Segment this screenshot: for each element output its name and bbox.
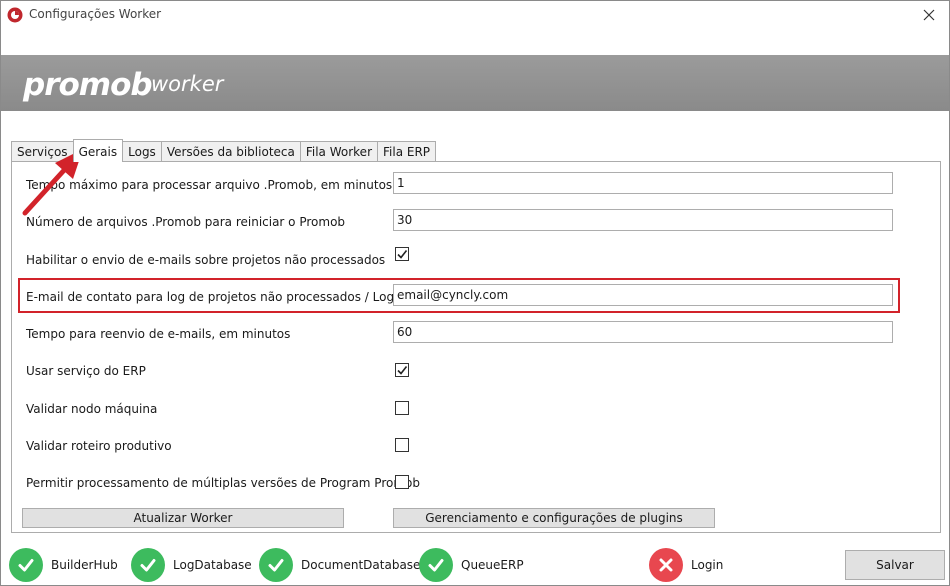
enable-email-label: Habilitar o envio de e-mails sobre proje…: [26, 253, 386, 267]
banner-top: [1, 29, 949, 85]
status-label: Login: [691, 558, 724, 572]
enable-email-checkbox[interactable]: [395, 247, 409, 261]
status-logdatabase: LogDatabase: [131, 547, 252, 583]
close-icon: [923, 9, 935, 21]
checkmark-icon: [397, 250, 408, 259]
status-label: LogDatabase: [173, 558, 252, 572]
check-circle-icon: [131, 548, 165, 582]
status-queueerp: QueueERP: [419, 547, 524, 583]
checkmark-icon: [397, 366, 408, 375]
app-icon: [7, 7, 23, 23]
close-button[interactable]: [909, 1, 949, 29]
tab-fila-erp[interactable]: Fila ERP: [377, 141, 437, 162]
contact-email-input[interactable]: [393, 284, 893, 306]
title-bar: Configurações Worker: [1, 1, 949, 29]
resend-time-input[interactable]: [393, 321, 893, 343]
plugins-management-button[interactable]: Gerenciamento e configurações de plugins: [393, 508, 715, 528]
check-circle-icon: [259, 548, 293, 582]
tab-servicos[interactable]: Serviços: [11, 141, 74, 162]
logo-promob: promob: [23, 67, 153, 103]
check-circle-icon: [9, 548, 43, 582]
status-label: BuilderHub: [51, 558, 118, 572]
configuracoes-worker-window: Configurações Worker promob worker Servi…: [0, 0, 950, 586]
use-erp-checkbox[interactable]: [395, 363, 409, 377]
error-circle-icon: [649, 548, 683, 582]
tab-fila-worker[interactable]: Fila Worker: [299, 141, 378, 162]
tab-gerais[interactable]: Gerais: [72, 139, 124, 162]
settings-tabs: Serviços Gerais Logs Versões da bibliote…: [11, 139, 437, 162]
validate-node-label: Validar nodo máquina: [26, 402, 158, 416]
window-title: Configurações Worker: [29, 7, 162, 21]
check-circle-icon: [419, 548, 453, 582]
files-restart-input[interactable]: [393, 209, 893, 231]
update-worker-button[interactable]: Atualizar Worker: [22, 508, 344, 528]
contact-email-label: E-mail de contato para log de projetos n…: [26, 290, 406, 304]
validate-node-checkbox[interactable]: [395, 401, 409, 415]
status-documentdatabase: DocumentDatabase: [259, 547, 420, 583]
save-button[interactable]: Salvar: [845, 550, 945, 580]
logo-worker: worker: [151, 72, 224, 96]
multi-versions-checkbox[interactable]: [395, 475, 409, 489]
promob-worker-banner: promob worker: [1, 55, 949, 111]
tab-versoes-biblioteca[interactable]: Versões da biblioteca: [160, 141, 301, 162]
validate-route-checkbox[interactable]: [395, 438, 409, 452]
status-login: Login: [649, 547, 723, 583]
validate-route-label: Validar roteiro produtivo: [26, 439, 172, 453]
use-erp-label: Usar serviço do ERP: [26, 364, 146, 378]
status-builderhub: BuilderHub: [9, 547, 118, 583]
status-label: QueueERP: [461, 558, 524, 572]
max-time-label: Tempo máximo para processar arquivo .Pro…: [26, 178, 393, 192]
max-time-input[interactable]: [393, 172, 893, 194]
multi-versions-label: Permitir processamento de múltiplas vers…: [26, 476, 420, 490]
status-label: DocumentDatabase: [301, 558, 421, 572]
tab-logs[interactable]: Logs: [122, 141, 162, 162]
files-restart-label: Número de arquivos .Promob para reinicia…: [26, 215, 346, 229]
resend-time-label: Tempo para reenvio de e-mails, em minuto…: [26, 327, 291, 341]
